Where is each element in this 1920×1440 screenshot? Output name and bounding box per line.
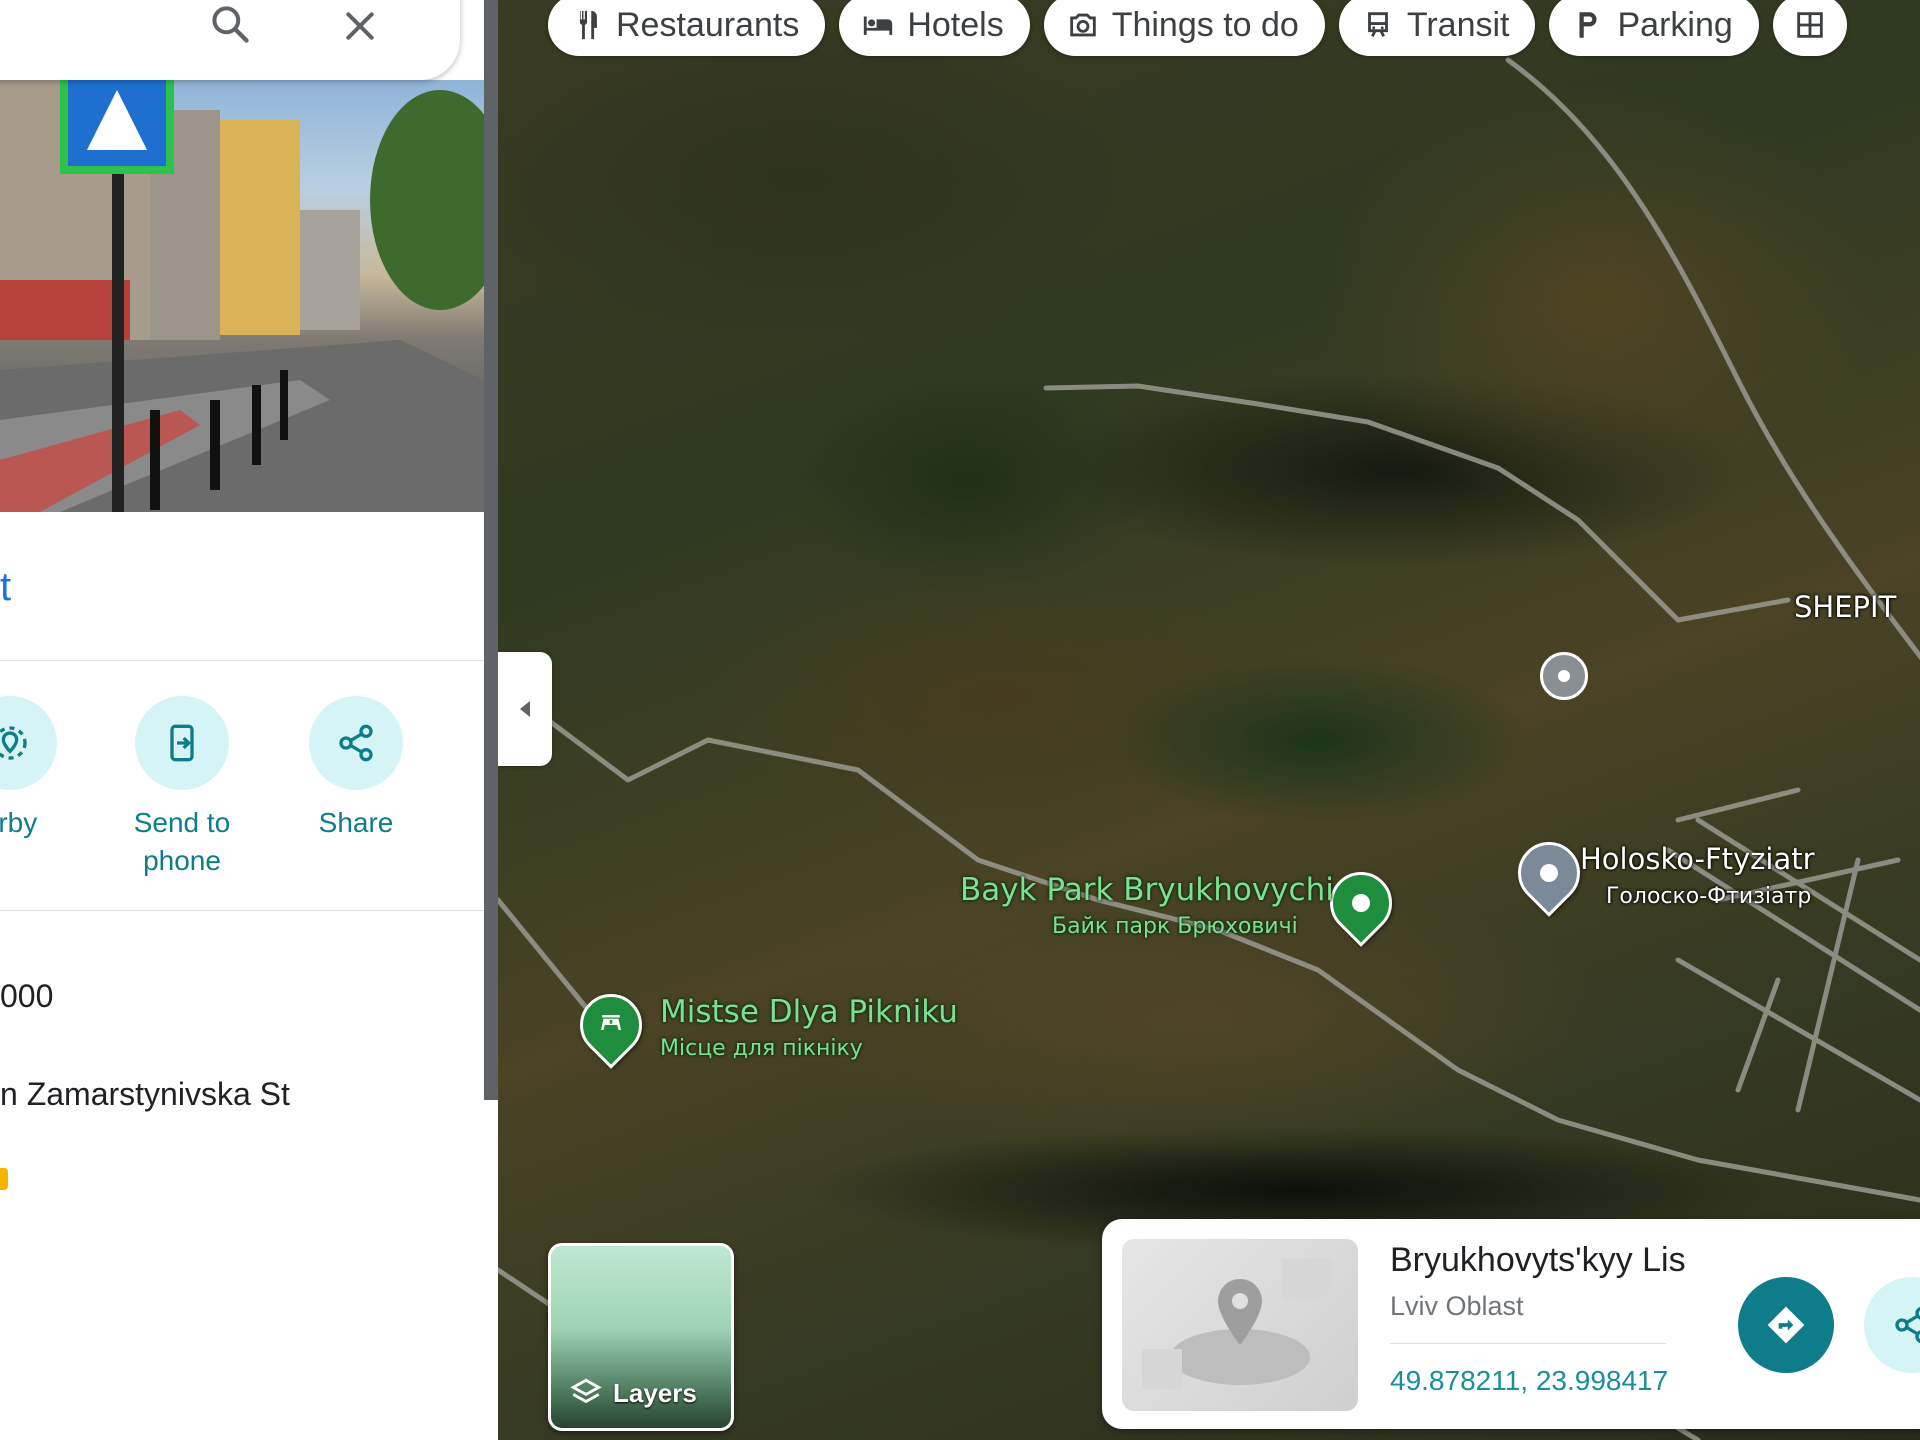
nearby-icon [0,726,27,760]
share-icon [1895,1306,1920,1344]
place-title-fragment: t [0,565,12,609]
picnic-icon [596,1008,626,1043]
search-icon[interactable] [208,2,252,46]
layers-label: Layers [613,1377,697,1408]
place-panel: t arby Send to phone Share 000 n Zamarst… [0,0,484,1440]
panel-divider [0,660,484,661]
shepit-label: SHEPIT [1794,590,1897,624]
chip-parking[interactable]: Parking [1549,0,1759,56]
share-action[interactable]: Share [296,696,416,842]
street-photo [0,80,484,512]
share-icon [339,724,373,762]
place-photo[interactable] [0,80,484,512]
more-icon [1797,12,1823,38]
place-thumbnail [1122,1239,1358,1411]
chip-label: Things to do [1111,5,1299,44]
close-icon[interactable] [340,6,380,46]
place-coordinates[interactable]: 49.878211, 23.998417 [1390,1365,1668,1397]
layers-icon [570,1378,602,1404]
location-marker[interactable] [1540,652,1588,700]
panel-scrollbar[interactable] [484,0,498,1100]
chip-more[interactable] [1772,0,1847,56]
chip-label: Transit [1406,5,1510,44]
train-icon [1367,12,1388,37]
holosko-label-local: Голоско-Фтизіатр [1606,884,1812,909]
search-box[interactable] [0,0,460,80]
hotel-icon [864,16,893,35]
chip-label: Hotels [907,5,1004,44]
chip-hotels[interactable]: Hotels [839,0,1030,56]
camera-icon [1069,13,1096,37]
chip-restaurants[interactable]: Restaurants [548,0,826,56]
detail-row-address[interactable]: n Zamarstynivska St [0,1076,290,1113]
picnic-label-local: Місце для пікніку [660,1036,863,1061]
bayk-park-label[interactable]: Bayk Park Bryukhovychi [960,872,1334,908]
place-subtitle: Lviv Oblast [1390,1291,1524,1321]
panel-edge [484,1100,498,1440]
chip-transit[interactable]: Transit [1338,0,1536,56]
info-divider [1390,1343,1666,1344]
place-title: Bryukhovyts'kyy Lis [1390,1241,1686,1279]
picnic-label[interactable]: Mistse Dlya Pikniku [660,994,958,1030]
caret-left-icon [520,701,530,717]
directions-button[interactable] [1738,1277,1834,1373]
detail-row-code[interactable]: 000 [0,978,53,1015]
chip-label: Restaurants [616,5,800,44]
nearby-action[interactable]: arby [0,696,70,842]
share-place-button[interactable] [1864,1277,1920,1373]
chip-things-to-do[interactable]: Things to do [1043,0,1325,56]
panel-divider [0,910,484,911]
send-to-phone-icon [170,724,194,762]
layers-button[interactable]: Layers [548,1243,734,1431]
collapse-panel-button[interactable] [498,652,552,766]
chip-label: Parking [1617,5,1733,44]
nearby-label: arby [0,807,38,838]
place-info-card[interactable]: Bryukhovyts'kyy Lis Lviv Oblast 49.87821… [1102,1219,1920,1429]
parking-icon [1579,12,1597,38]
holosko-label[interactable]: Holosko-Ftyziatr [1580,842,1815,876]
rating-star-icon [0,1168,8,1190]
placeholder-map-icon [1142,1259,1332,1389]
send-to-phone-action[interactable]: Send to phone [122,696,242,880]
bayk-park-label-local: Байк парк Брюховичі [1052,914,1298,939]
restaurant-icon [579,10,597,40]
location-pin-icon [1558,670,1570,682]
category-chips: Restaurants Hotels Things to do Transit … [548,0,1847,56]
send-to-phone-label: Send to phone [133,807,231,876]
share-label: Share [318,807,394,838]
directions-icon [1767,1306,1805,1344]
